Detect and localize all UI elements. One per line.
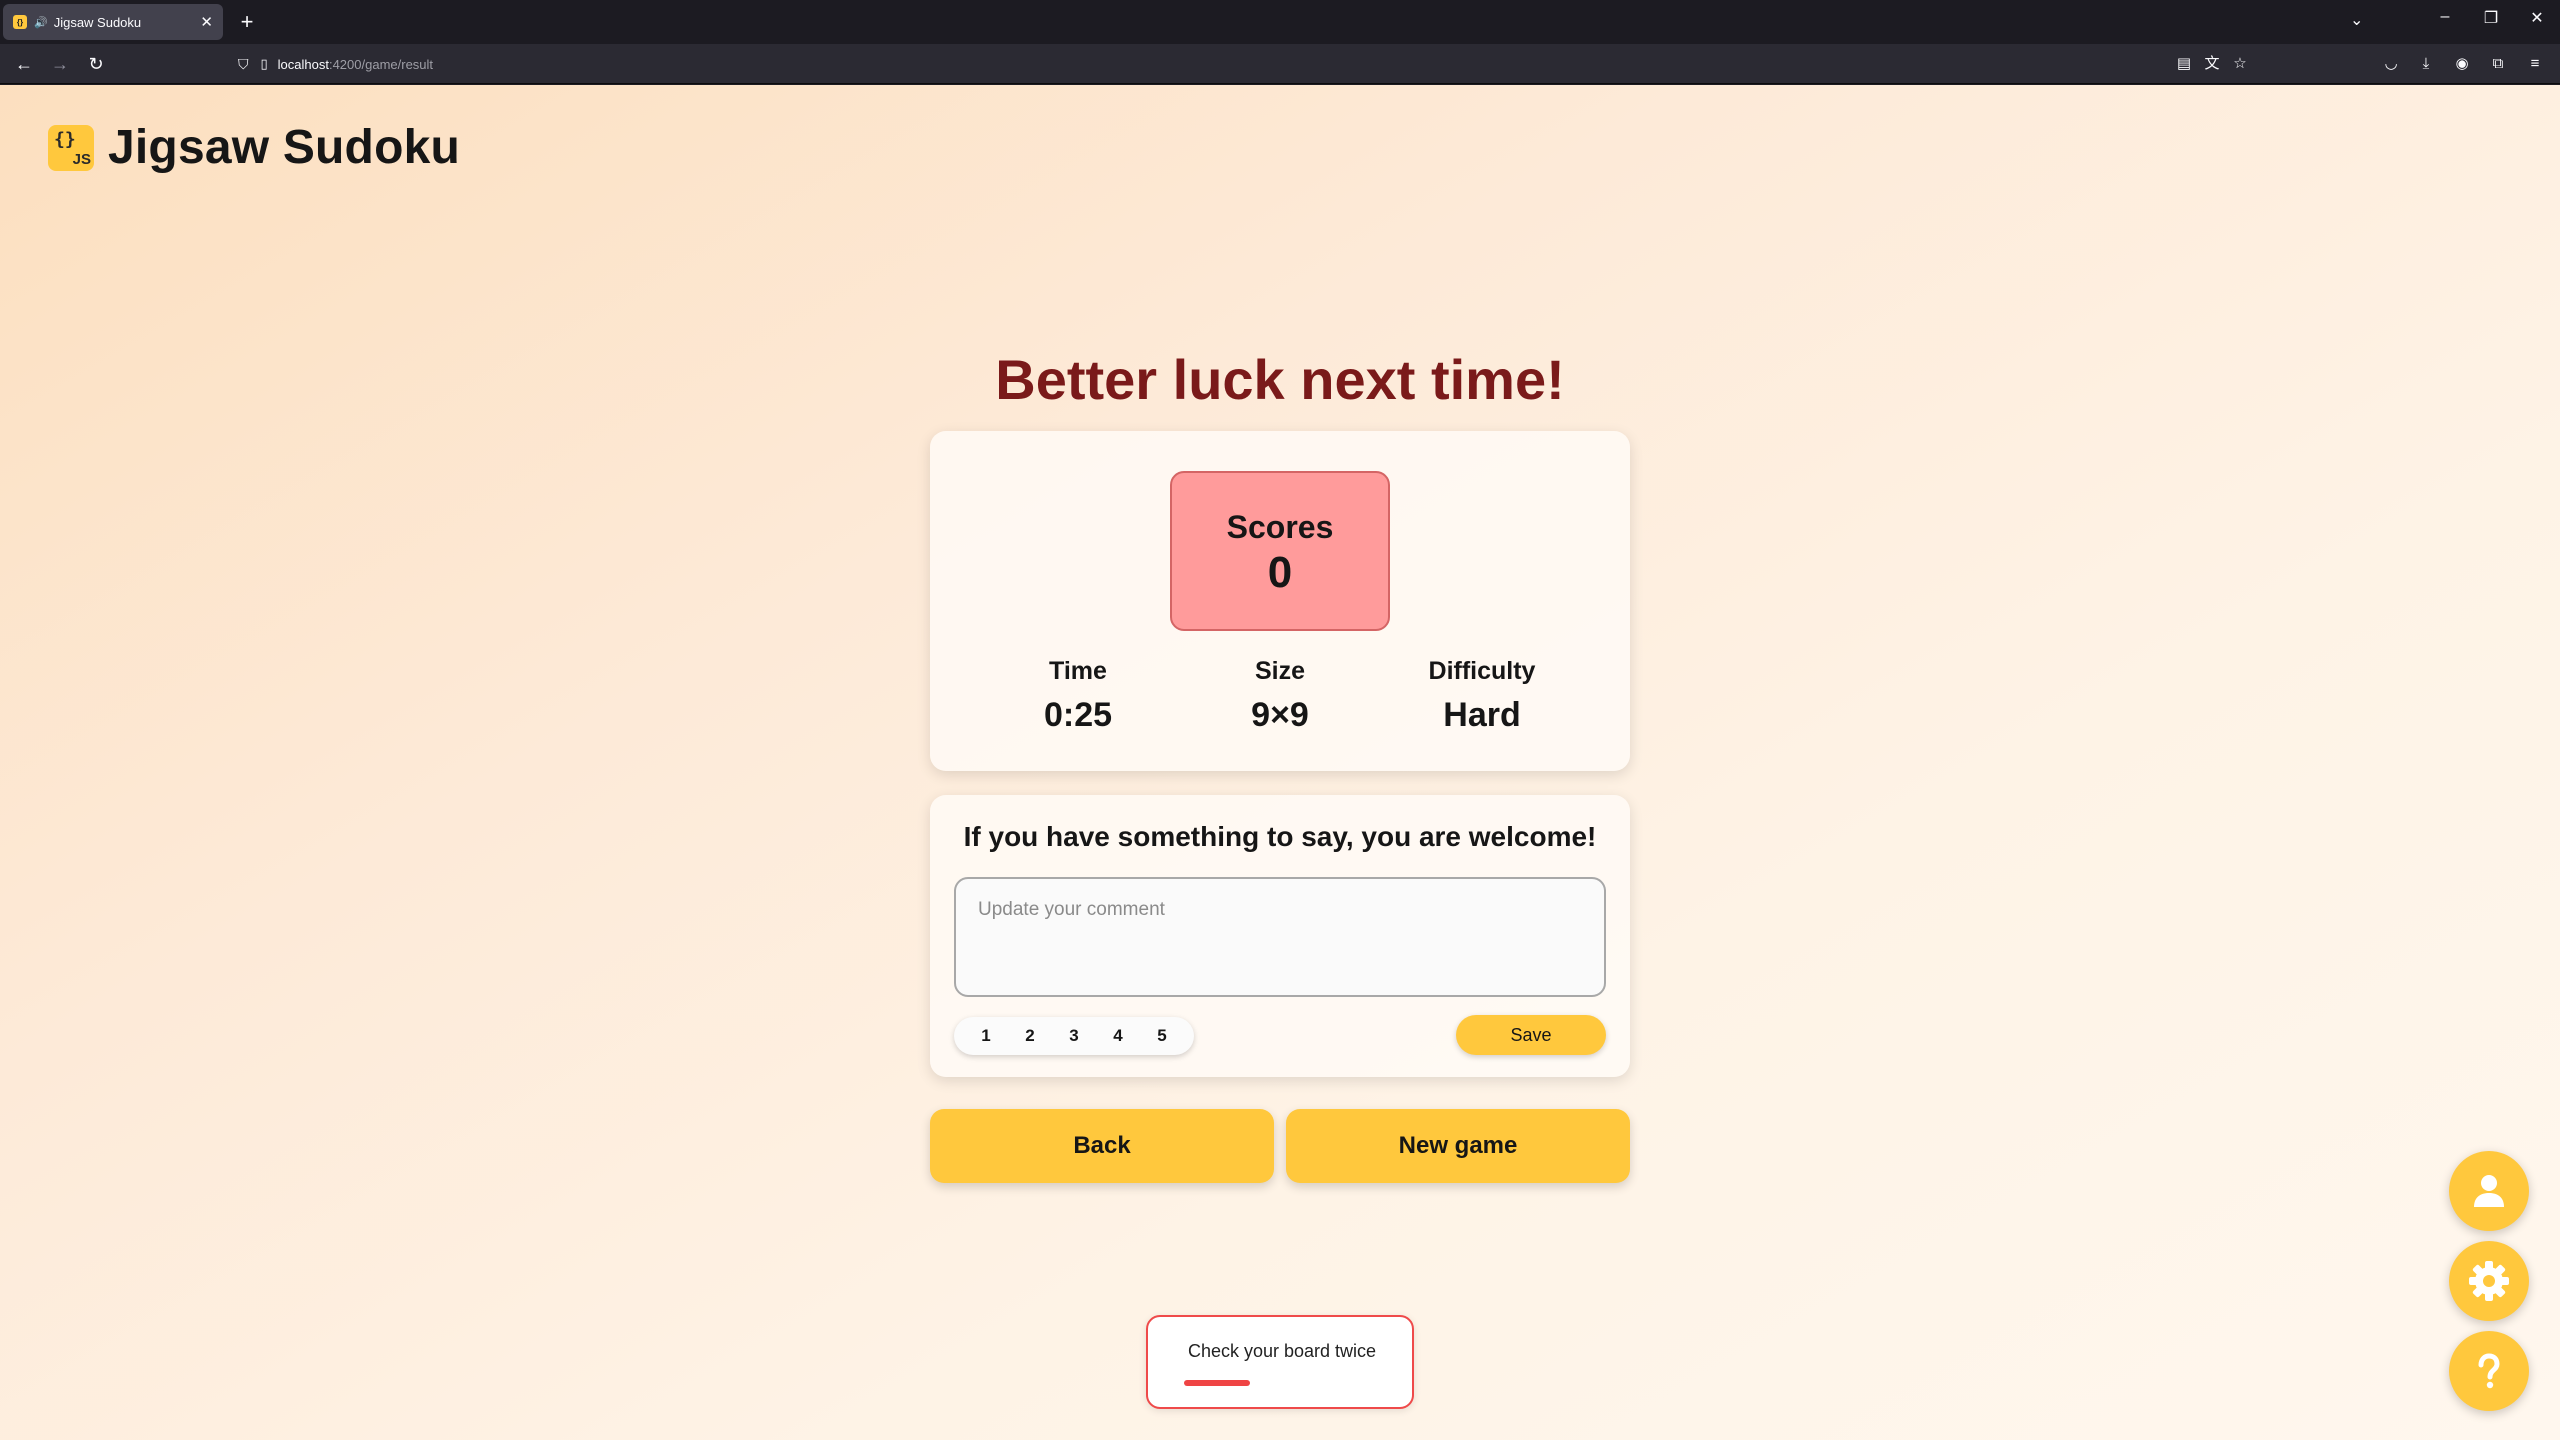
- score-value: 0: [1267, 548, 1293, 597]
- logo-icon: {} JS: [48, 124, 94, 171]
- stat-label: Difficulty: [1428, 657, 1536, 685]
- account-icon[interactable]: ◉: [2451, 53, 2473, 75]
- minimize-button[interactable]: –: [2430, 8, 2460, 26]
- stat-time: Time 0:25: [978, 657, 1178, 735]
- rating-option-3[interactable]: 3: [1059, 1026, 1089, 1046]
- profile-button[interactable]: [2449, 1151, 2529, 1231]
- stat-size: Size 9×9: [1180, 657, 1380, 735]
- toast-notification: Check your board twice: [1146, 1315, 1414, 1409]
- rating-selector: 1 2 3 4 5: [954, 1017, 1194, 1055]
- stat-label: Size: [1254, 657, 1306, 685]
- rating-option-2[interactable]: 2: [1015, 1026, 1045, 1046]
- stats-card: Scores 0 Time 0:25 Size 9×9 Difficulty H…: [930, 431, 1630, 771]
- list-tabs-icon[interactable]: ⌄: [2350, 10, 2363, 30]
- new-game-button[interactable]: New game: [1286, 1109, 1630, 1183]
- extensions-icon[interactable]: ⧉: [2487, 53, 2509, 75]
- browser-tab-bar: {} 🔊 Jigsaw Sudoku ✕ + ⌄ – ❐ ✕: [0, 0, 2560, 44]
- app-title: Jigsaw Sudoku: [108, 121, 461, 174]
- shield-icon[interactable]: ⛉: [238, 56, 249, 73]
- url-host: localhost: [277, 56, 329, 72]
- speaker-icon[interactable]: 🔊: [34, 16, 48, 29]
- translate-icon[interactable]: 文: [2201, 53, 2223, 75]
- result-heading: Better luck next time!: [995, 348, 1565, 411]
- new-tab-button[interactable]: +: [234, 9, 260, 35]
- stat-value: Hard: [1443, 696, 1521, 734]
- close-window-button[interactable]: ✕: [2522, 8, 2552, 28]
- restore-button[interactable]: ❐: [2476, 8, 2506, 28]
- score-box: Scores 0: [1170, 471, 1390, 631]
- reader-view-icon[interactable]: ▤: [2173, 53, 2195, 75]
- save-button[interactable]: Save: [1456, 1015, 1606, 1055]
- pocket-icon[interactable]: ◡: [2380, 53, 2402, 75]
- comment-title: If you have something to say, you are we…: [963, 821, 1597, 852]
- comment-input[interactable]: [954, 877, 1606, 997]
- help-button[interactable]: [2449, 1331, 2529, 1411]
- score-label: Scores: [1226, 509, 1334, 545]
- page-icon: ▯: [260, 56, 268, 71]
- url-path: :4200/game/result: [328, 56, 434, 72]
- rating-option-1[interactable]: 1: [971, 1026, 1001, 1046]
- help-icon: [2478, 1353, 2500, 1389]
- rating-option-5[interactable]: 5: [1147, 1026, 1177, 1046]
- favicon-icon: {}: [13, 15, 27, 29]
- browser-tab[interactable]: {} 🔊 Jigsaw Sudoku ✕: [3, 4, 223, 40]
- toast-progress-bar: [1184, 1380, 1250, 1386]
- stat-label: Time: [1049, 657, 1107, 685]
- stat-value: 0:25: [1043, 696, 1113, 734]
- app-logo[interactable]: {} JS Jigsaw Sudoku: [48, 120, 460, 175]
- reload-icon[interactable]: ↻: [84, 52, 108, 76]
- user-icon: [2474, 1175, 2504, 1207]
- close-tab-icon[interactable]: ✕: [200, 13, 213, 31]
- toast-message: Check your board twice: [1187, 1341, 1377, 1361]
- tab-title: Jigsaw Sudoku: [53, 14, 142, 30]
- browser-nav-bar: ← → ↻ ⛉ ▯ localhost:4200/game/result ▤ 文…: [0, 44, 2560, 84]
- bookmark-star-icon[interactable]: ☆: [2229, 53, 2251, 75]
- forward-arrow-icon[interactable]: →: [48, 52, 72, 76]
- stat-difficulty: Difficulty Hard: [1382, 657, 1582, 735]
- menu-icon[interactable]: ≡: [2524, 53, 2546, 75]
- back-button[interactable]: Back: [930, 1109, 1274, 1183]
- download-icon[interactable]: ⤓: [2415, 53, 2437, 75]
- comment-card: If you have something to say, you are we…: [930, 795, 1630, 1077]
- gear-icon: [2469, 1261, 2509, 1301]
- back-arrow-icon[interactable]: ←: [12, 52, 36, 76]
- rating-option-4[interactable]: 4: [1103, 1026, 1133, 1046]
- url-bar[interactable]: ⛉ ▯ localhost:4200/game/result: [228, 49, 1678, 79]
- page: {} JS Jigsaw Sudoku Better luck next tim…: [0, 85, 2560, 1440]
- settings-button[interactable]: [2449, 1241, 2529, 1321]
- stat-value: 9×9: [1251, 696, 1309, 734]
